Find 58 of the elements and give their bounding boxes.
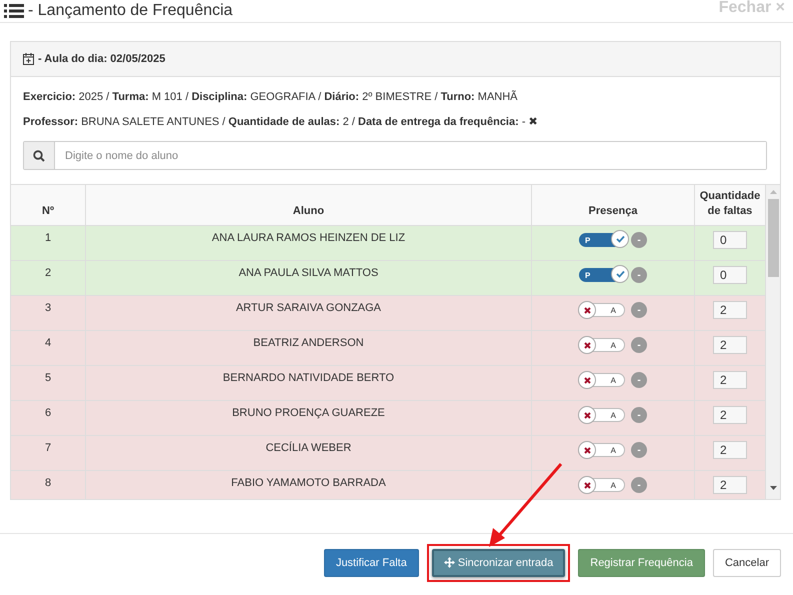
cross-icon [584,446,590,454]
column-header: Presença [532,185,695,225]
row-number: 3 [44,302,52,316]
presence-toggle[interactable]: A [579,408,625,422]
cross-icon [584,342,590,348]
presence-toggle[interactable]: A [579,443,625,457]
absences-field[interactable]: 0 [713,266,747,284]
student-name: BERNARDO NATIVIDADE BERTO [222,372,394,386]
numbered-list-icon [4,3,24,19]
row-number: 4 [44,337,52,351]
row-number: 7 [44,442,52,456]
column-header: Quantidade de faltas [698,189,762,219]
student-name: ARTUR SARAIVA GONZAGA [236,302,382,316]
search-icon [33,150,45,162]
student-name: CECÍLIA WEBER [266,442,352,456]
student-name: BRUNO PROENÇA GUAREZE [232,407,385,421]
panel-heading: - Aula do dia: 02/05/2025 [38,53,166,65]
absences-field[interactable]: 2 [713,371,747,389]
student-name: ANA LAURA RAMOS HEINZEN DE LIZ [212,232,406,246]
column-header: Nº [11,185,86,225]
absences-field[interactable]: 2 [713,476,747,494]
row-number: 1 [44,232,52,246]
scroll-up-icon[interactable] [770,190,776,194]
check-icon [616,270,624,278]
move-icon [444,557,455,568]
cross-icon [584,306,590,314]
cross-icon [584,412,590,418]
scroll-thumb[interactable] [768,199,778,277]
student-name: BEATRIZ ANDERSON [253,337,364,351]
absences-field[interactable]: 2 [713,406,747,424]
action-button[interactable]: Cancelar [712,548,781,576]
column-header: Aluno [86,185,532,225]
row-number: 5 [44,372,52,386]
search-field[interactable]: Digite o nome do aluno [23,141,767,170]
action-button[interactable]: Justificar Falta [324,548,419,576]
info-line: Professor: BRUNA SALETE ANTUNES / Quantidade de aulas: 2 / Data de entrega da frequência: - ✖ [23,116,539,128]
presence-toggle[interactable]: A [579,478,625,492]
row-number: 2 [44,267,52,281]
calendar-icon [23,53,34,65]
absences-field[interactable]: 2 [713,441,747,459]
check-icon [616,235,624,243]
student-name: ANA PAULA SILVA MATTOS [238,267,378,281]
student-name: FABIO YAMAMOTO BARRADA [231,477,386,491]
cross-icon [584,376,590,384]
window-title: - Lançamento de Frequência [28,2,233,20]
absences-field[interactable]: 2 [713,336,747,354]
row-number: 8 [44,477,52,491]
scrollbar[interactable] [765,185,780,499]
presence-toggle[interactable]: A [579,338,625,352]
presence-toggle[interactable]: A [579,303,625,317]
scroll-down-icon[interactable] [770,486,776,490]
absences-field[interactable]: 2 [713,301,747,319]
row-number: 6 [44,407,52,421]
presence-toggle[interactable]: A [579,373,625,387]
absences-field[interactable]: 0 [713,231,747,249]
info-line: Exercicio: 2025 / Turma: M 101 / Disciplina: GEOGRAFIA / Diário: 2º BIMESTRE / Turno: MANHÃ [23,91,519,103]
action-button[interactable]: Sincronizar entrada [432,548,566,576]
cross-icon [584,482,590,488]
